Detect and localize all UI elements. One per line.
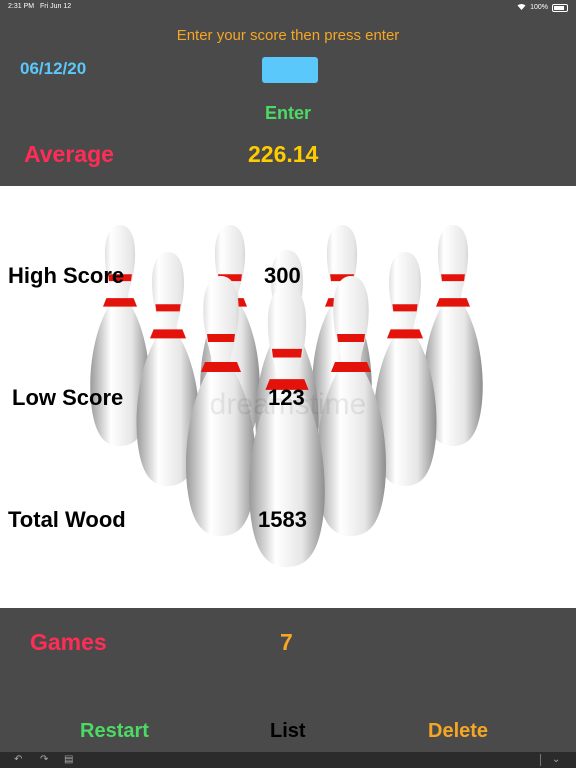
status-date: Fri Jun 12: [40, 3, 72, 10]
total-wood-label: Total Wood: [8, 507, 126, 532]
game-date: 06/12/20: [20, 59, 87, 78]
total-wood-value: 1583: [258, 507, 307, 532]
average-label: Average: [24, 141, 114, 167]
score-prompt: Enter your score then press enter: [176, 27, 400, 44]
high-score-value: 300: [264, 263, 301, 288]
low-score-value: 123: [268, 385, 305, 410]
games-label: Games: [30, 629, 107, 655]
battery-icon: [552, 3, 568, 12]
paste-icon[interactable]: ▤: [64, 754, 73, 765]
high-score-label: High Score: [8, 263, 125, 288]
keyboard-shortcut-bar: ↶ ↷ ▤ ⌄: [0, 752, 576, 768]
battery-percent: 100%: [530, 4, 548, 11]
status-time: 2:31 PM: [8, 3, 35, 10]
average-value: 226.14: [248, 141, 319, 167]
restart-button[interactable]: Restart: [80, 720, 149, 743]
undo-icon[interactable]: ↶: [14, 754, 22, 765]
wifi-icon: [517, 3, 526, 12]
games-value: 7: [280, 629, 293, 655]
list-button[interactable]: List: [270, 720, 306, 743]
redo-icon[interactable]: ↷: [40, 754, 48, 765]
status-bar: 2:31 PM Fri Jun 12 100%: [0, 0, 576, 14]
stats-panel: dreamstime High Score 300 Low Score 123 …: [0, 186, 576, 608]
low-score-label: Low Score: [12, 385, 124, 410]
keyboard-dismiss-icon[interactable]: ⌄: [552, 754, 560, 765]
delete-button[interactable]: Delete: [428, 720, 488, 743]
divider: [540, 754, 541, 766]
enter-button[interactable]: Enter: [0, 103, 576, 124]
status-right: 100%: [517, 3, 568, 12]
score-input[interactable]: [262, 57, 318, 83]
